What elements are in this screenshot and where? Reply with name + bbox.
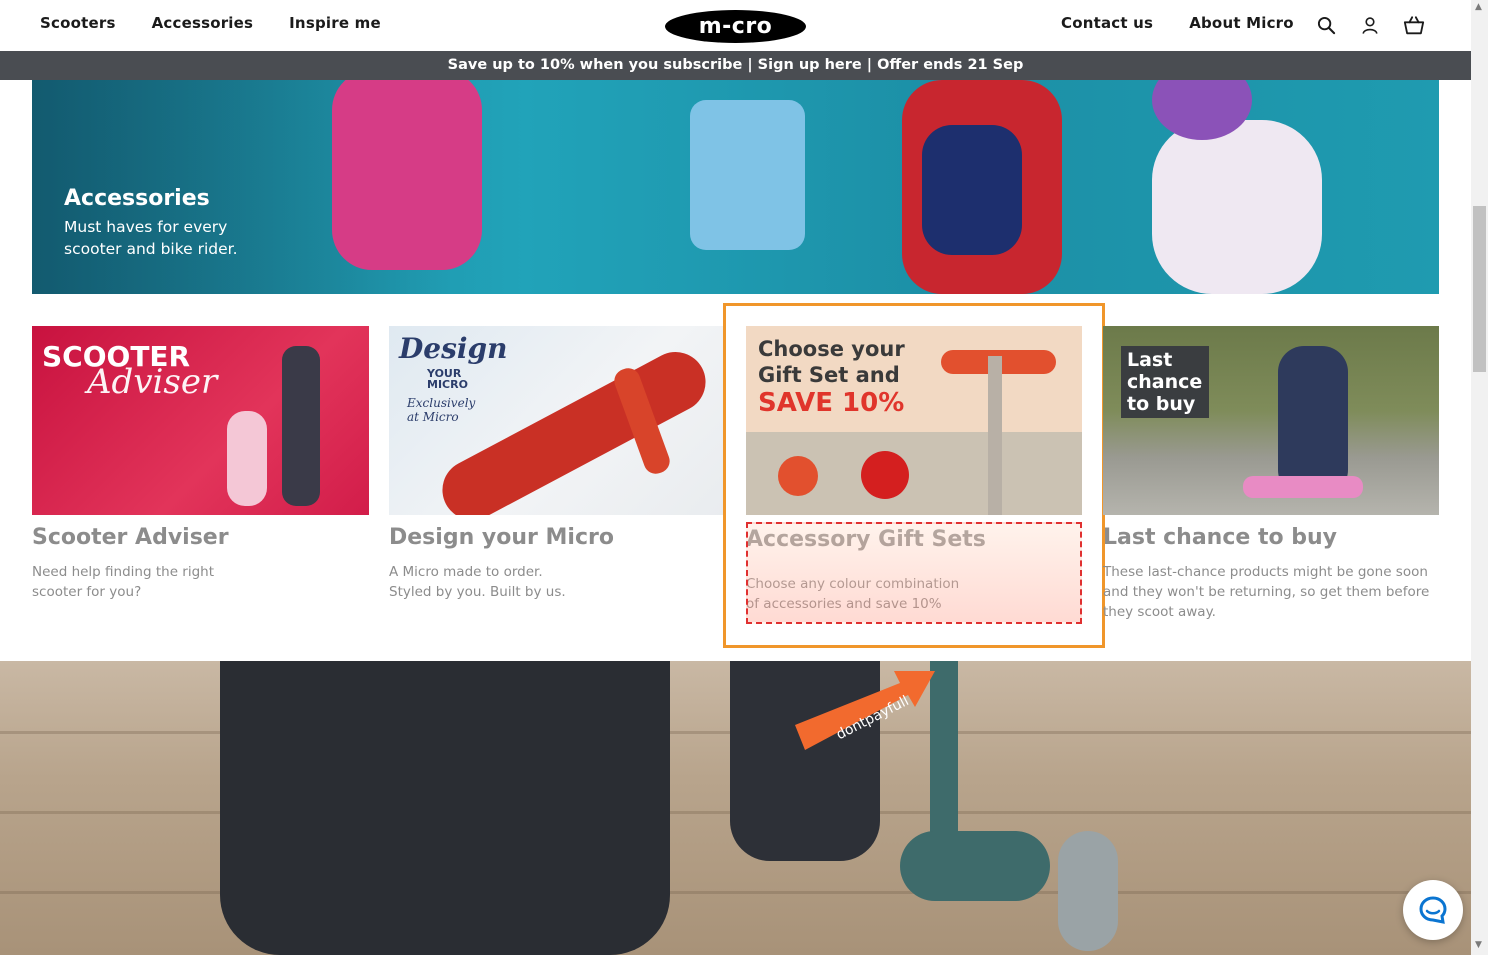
chat-icon: [1419, 896, 1447, 924]
hero-title: Accessories: [64, 186, 210, 211]
card-description: Choose any colour combination of accesso…: [746, 576, 960, 612]
secondary-nav: Contact us About Micro: [1061, 14, 1294, 32]
logo-text: m-cro: [698, 14, 773, 39]
promo-text[interactable]: Save up to 10% when you subscribe | Sign…: [448, 57, 1024, 73]
account-icon[interactable]: [1359, 13, 1381, 37]
nav-scooters[interactable]: Scooters: [40, 14, 116, 32]
card-image[interactable]: Last chance to buy: [1103, 326, 1439, 515]
hero-toddler-image: [1152, 120, 1322, 294]
bell-image: [778, 456, 818, 496]
light-image: [861, 451, 909, 499]
nav-about-micro[interactable]: About Micro: [1189, 14, 1294, 32]
hero-bag-image: [690, 100, 805, 250]
site-header: Scooters Accessories Inspire me m-cro Co…: [0, 0, 1471, 51]
primary-nav: Scooters Accessories Inspire me: [40, 14, 381, 32]
card-title[interactable]: Accessory Gift Sets: [746, 527, 1083, 552]
card-image-text: Last chance to buy: [1121, 346, 1209, 418]
scooter-base-image: [900, 831, 1050, 901]
card-image-caption: Exclusively at Micro: [407, 396, 476, 424]
pink-scooter-image: [1243, 476, 1363, 498]
card-description: These last-chance products might be gone…: [1103, 564, 1430, 620]
card-image[interactable]: SCOOTER Adviser: [32, 326, 369, 515]
promo-bar[interactable]: Save up to 10% when you subscribe | Sign…: [0, 51, 1471, 80]
chat-button[interactable]: [1403, 880, 1463, 940]
save-badge: SAVE 10%: [758, 388, 905, 418]
card-scooter-adviser[interactable]: SCOOTER Adviser Scooter Adviser Need hel…: [32, 326, 369, 602]
bottom-banner[interactable]: [0, 661, 1471, 955]
scooter-wheel-image: [1058, 831, 1118, 951]
card-last-chance[interactable]: Last chance to buy Last chance to buy Th…: [1103, 326, 1440, 622]
basket-icon[interactable]: [1403, 13, 1425, 37]
hero-dino-image: [922, 125, 1022, 255]
card-description: Need help finding the right scooter for …: [32, 564, 215, 600]
adviser-child-image: [227, 411, 267, 506]
scroll-up-icon[interactable]: ▲: [1475, 2, 1482, 12]
stem-image: [988, 356, 1002, 515]
card-image[interactable]: Choose your Gift Set and SAVE 10%: [746, 326, 1082, 515]
card-title[interactable]: Last chance to buy: [1103, 525, 1440, 550]
scroll-down-icon[interactable]: ▼: [1475, 940, 1482, 950]
hero-subtitle: Must haves for every scooter and bike ri…: [64, 218, 238, 258]
nav-contact-us[interactable]: Contact us: [1061, 14, 1153, 32]
nav-accessories[interactable]: Accessories: [152, 14, 254, 32]
card-image-script: Adviser: [87, 362, 218, 402]
card-title[interactable]: Design your Micro: [389, 525, 726, 550]
child-on-scooter-image: [1278, 346, 1348, 496]
watermark-arrow-icon: dontpayfull: [795, 671, 935, 750]
search-icon[interactable]: [1315, 13, 1337, 37]
card-image-script: Design: [399, 332, 508, 365]
hero-banner[interactable]: Accessories Must haves for every scooter…: [32, 80, 1439, 294]
header-icons: [1315, 13, 1425, 37]
adviser-adult-image: [282, 346, 320, 506]
card-description: A Micro made to order. Styled by you. Bu…: [389, 564, 566, 600]
card-accessory-gift-sets[interactable]: Choose your Gift Set and SAVE 10% Access…: [746, 326, 1083, 614]
card-image-text: YOUR MICRO: [427, 367, 468, 391]
card-design-your-micro[interactable]: Design YOUR MICRO Exclusively at Micro D…: [389, 326, 726, 602]
hero-backpack-image: [332, 80, 482, 270]
card-image-text: Choose your Gift Set and: [758, 337, 905, 387]
micro-logo[interactable]: m-cro: [665, 10, 806, 43]
card-image[interactable]: Design YOUR MICRO Exclusively at Micro: [389, 326, 726, 515]
scrollbar-thumb[interactable]: [1473, 206, 1486, 372]
card-title[interactable]: Scooter Adviser: [32, 525, 369, 550]
person-legs-image: [220, 661, 670, 955]
nav-inspire-me[interactable]: Inspire me: [289, 14, 381, 32]
scrollbar-track[interactable]: [1471, 0, 1488, 955]
